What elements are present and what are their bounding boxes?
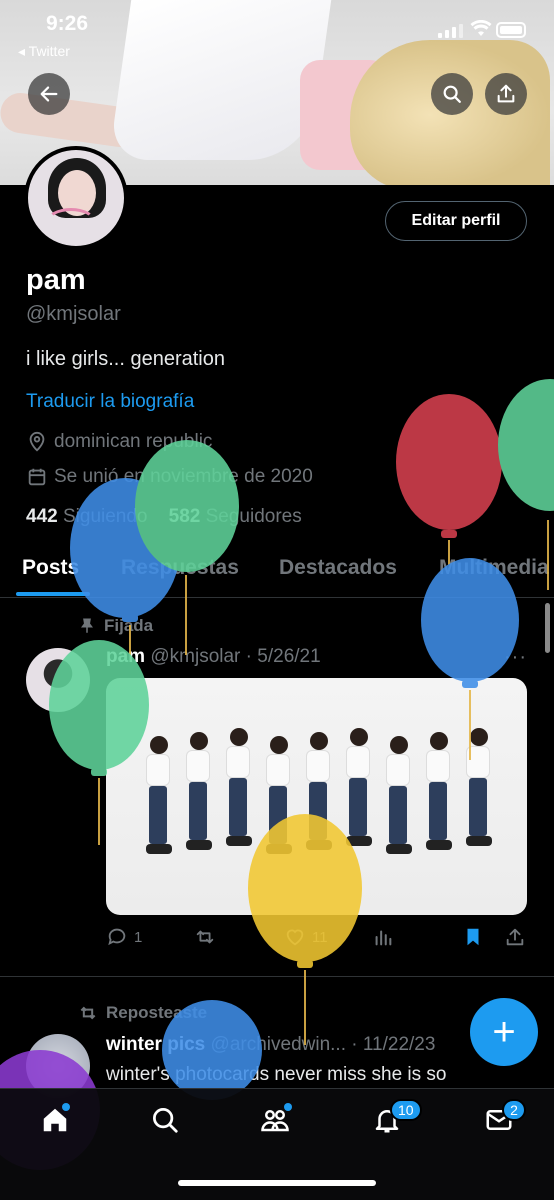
compose-post-button[interactable]: + — [470, 998, 538, 1066]
share-icon — [506, 928, 524, 946]
photo-figure — [226, 728, 252, 846]
tab-highlights[interactable]: Destacados — [279, 556, 397, 580]
photo-figure — [346, 728, 372, 846]
tab-posts[interactable]: Posts — [22, 556, 79, 580]
plus-icon: + — [492, 1009, 516, 1054]
status-bar: 9:26 ◂ Twitter — [0, 0, 554, 70]
search-icon — [443, 85, 461, 103]
post-header: pam @kmjsolar · 5/26/21 — [106, 646, 321, 668]
nav-home[interactable] — [40, 1103, 74, 1139]
heart-icon — [286, 929, 304, 946]
post-date: · 5/26/21 — [245, 646, 321, 667]
post-handle: @kmjsolar — [150, 646, 241, 667]
battery-icon — [496, 22, 526, 38]
reply-icon — [108, 928, 126, 946]
profile-tabs: Posts Respuestas Destacados Multimedia — [0, 548, 554, 598]
post-author[interactable]: pam — [106, 646, 145, 667]
scrollbar[interactable] — [545, 603, 550, 653]
location-text: dominican republic — [54, 431, 213, 452]
repost-icon — [80, 1006, 96, 1020]
active-tab-indicator — [16, 592, 90, 596]
photo-figure — [386, 736, 412, 854]
post-divider — [0, 976, 554, 977]
share-icon — [497, 84, 515, 103]
profile-location: dominican republic — [26, 431, 212, 453]
joined-text: Se unió en noviembre de 2020 — [54, 466, 313, 487]
nav-communities[interactable] — [260, 1103, 294, 1139]
nav-notifications[interactable]: 10 — [372, 1099, 422, 1139]
photo-figure — [466, 728, 492, 846]
repost-icon — [196, 930, 214, 944]
repost-button[interactable] — [194, 926, 216, 948]
notifications-badge: 10 — [390, 1099, 422, 1121]
like-button[interactable]: 11 — [284, 926, 328, 948]
reply-button[interactable]: 1 — [106, 926, 142, 948]
bookmark-icon — [467, 928, 479, 946]
post-author[interactable]: winter pics — [106, 1034, 205, 1055]
unread-dot — [62, 1103, 70, 1111]
arrow-left-icon — [40, 86, 58, 102]
nav-messages[interactable]: 2 — [484, 1099, 526, 1139]
share-post-button[interactable] — [504, 926, 526, 948]
profile-name: pam — [26, 264, 86, 296]
photo-figure — [306, 732, 332, 850]
clock: 9:26 — [46, 12, 89, 35]
profile-bio: i like girls... generation — [26, 348, 225, 370]
messages-badge: 2 — [502, 1099, 526, 1121]
bookmark-button[interactable] — [462, 926, 484, 948]
nav-search[interactable] — [150, 1105, 184, 1139]
tab-media[interactable]: Multimedia — [439, 556, 549, 580]
photo-figure — [186, 732, 212, 850]
photo-figure — [426, 732, 452, 850]
views-button[interactable] — [372, 926, 394, 948]
wifi-icon — [470, 19, 492, 43]
post-avatar[interactable] — [26, 648, 90, 712]
signal-icon — [438, 22, 464, 38]
back-to-app-link[interactable]: ◂ Twitter — [18, 43, 70, 60]
edit-profile-button[interactable]: Editar perfil — [385, 201, 527, 241]
unread-dot — [284, 1103, 292, 1111]
photo-figure — [266, 736, 292, 854]
post-handle: @archivedwin... — [210, 1034, 346, 1055]
search-button[interactable] — [431, 73, 473, 115]
profile-joined: Se unió en noviembre de 2020 — [26, 466, 313, 488]
photo-figure — [146, 736, 172, 854]
more-options-icon[interactable]: ··· — [504, 646, 527, 669]
post-image[interactable] — [106, 678, 527, 915]
repost-label: Reposteaste — [78, 1003, 207, 1023]
follow-stats: 442 Siguiendo 582 Seguidores — [26, 506, 302, 528]
pin-icon — [81, 618, 93, 633]
tab-replies[interactable]: Respuestas — [121, 556, 239, 580]
location-pin-icon — [29, 431, 45, 452]
analytics-icon — [375, 930, 392, 946]
post-date: · 11/22/23 — [351, 1034, 436, 1055]
translate-bio-link[interactable]: Traducir la biografía — [26, 391, 194, 413]
back-button[interactable] — [28, 73, 70, 115]
following-link[interactable]: 442 Siguiendo — [26, 506, 148, 527]
home-indicator[interactable] — [178, 1180, 376, 1186]
post-header: winter pics @archivedwin... · 11/22/23 — [106, 1034, 435, 1056]
followers-link[interactable]: 582 Seguidores — [169, 506, 302, 527]
profile-avatar[interactable] — [24, 146, 128, 250]
calendar-icon — [28, 468, 46, 486]
search-icon — [153, 1108, 178, 1133]
share-button[interactable] — [485, 73, 527, 115]
post-actions: 1 11 — [106, 926, 526, 956]
profile-handle: @kmjsolar — [26, 303, 121, 325]
post-text: winter's photocards never miss she is so — [106, 1064, 447, 1085]
pinned-label: Fijada — [78, 616, 153, 636]
